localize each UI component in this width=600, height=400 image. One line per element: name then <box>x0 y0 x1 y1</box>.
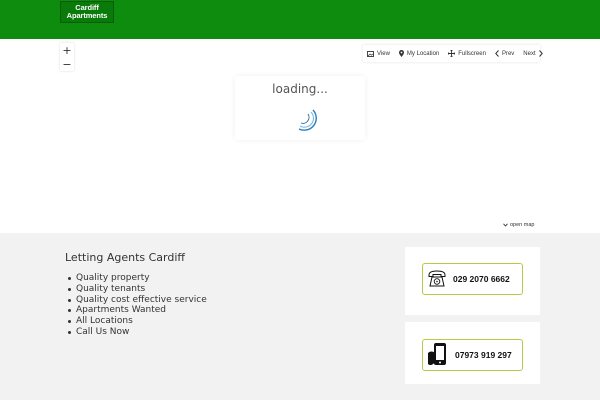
footer-title: Letting Agents Cardiff <box>65 251 185 264</box>
footer: Letting Agents Cardiff Quality property … <box>0 233 600 400</box>
map-pin-icon <box>398 50 404 57</box>
next-button[interactable]: Next <box>523 50 543 57</box>
footer-link-quality-service[interactable]: Quality cost effective service <box>68 295 207 306</box>
image-icon <box>367 50 374 57</box>
zoom-out-button[interactable]: − <box>60 57 74 71</box>
next-label: Next <box>523 50 536 57</box>
site-logo[interactable]: Cardiff Apartments <box>60 1 114 23</box>
loading-panel: loading... <box>235 76 365 140</box>
view-button[interactable]: View <box>367 51 390 57</box>
footer-link-call-us-now[interactable]: Call Us Now <box>68 327 207 338</box>
site-header: Cardiff Apartments <box>0 0 600 39</box>
mobile-phone-icon <box>427 342 449 368</box>
open-map-button[interactable]: open map <box>503 222 534 228</box>
map-toolbar: View My Location Fullscreen Prev Next <box>363 45 543 62</box>
mobile-number: 07973 919 297 <box>455 350 512 360</box>
footer-link-apartments-wanted[interactable]: Apartments Wanted <box>68 305 207 316</box>
page: Cardiff Apartments + − View My Location … <box>0 0 600 400</box>
fullscreen-label: Fullscreen <box>458 50 486 57</box>
mobile-button[interactable]: 07973 919 297 <box>422 339 523 371</box>
loading-spinner-icon <box>298 109 317 131</box>
telephone-icon <box>427 269 447 289</box>
view-label: View <box>377 50 390 57</box>
chevron-down-icon <box>503 223 508 227</box>
my-location-button[interactable]: My Location <box>398 50 440 57</box>
prev-button[interactable]: Prev <box>495 50 514 57</box>
footer-list: Quality property Quality tenants Quality… <box>68 273 207 338</box>
zoom-in-button[interactable]: + <box>60 43 74 57</box>
chevron-left-icon <box>495 50 499 57</box>
landline-button[interactable]: 029 2070 6662 <box>422 263 523 295</box>
footer-link-quality-property[interactable]: Quality property <box>68 273 207 284</box>
footer-link-quality-tenants[interactable]: Quality tenants <box>68 284 207 295</box>
chevron-right-icon <box>538 50 543 57</box>
landline-number: 029 2070 6662 <box>453 274 510 284</box>
prev-label: Prev <box>501 50 515 57</box>
mobile-card: 07973 919 297 <box>405 322 540 384</box>
move-icon <box>448 50 456 57</box>
zoom-control: + − <box>60 43 74 71</box>
logo-line-2: Apartments <box>66 11 108 20</box>
open-map-label: open map <box>510 222 535 228</box>
my-location-label: My Location <box>406 50 440 57</box>
fullscreen-button[interactable]: Fullscreen <box>448 50 486 57</box>
footer-link-all-locations[interactable]: All Locations <box>68 316 207 327</box>
loading-text: loading... <box>272 82 328 96</box>
map-area[interactable]: + − View My Location Fullscreen Prev Nex… <box>0 39 600 233</box>
landline-card: 029 2070 6662 <box>405 247 540 315</box>
